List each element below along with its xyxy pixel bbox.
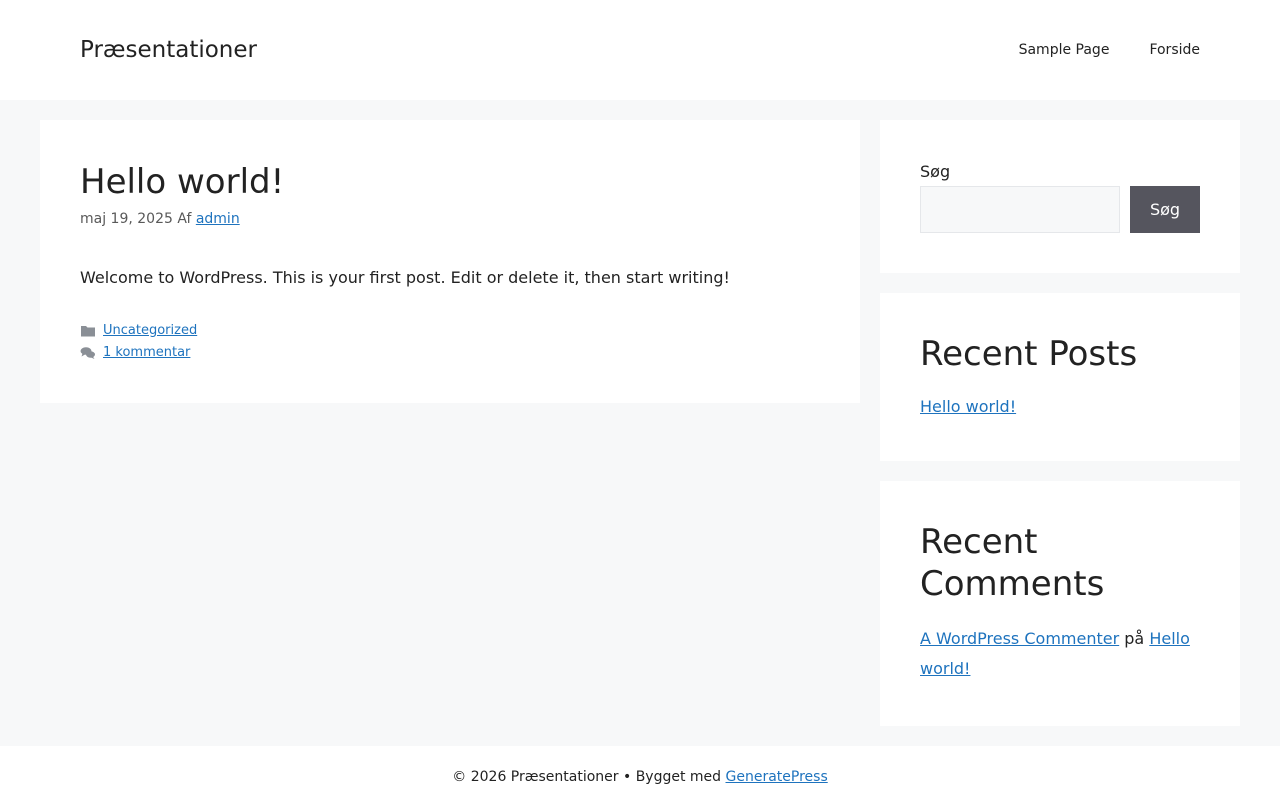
post-title: Hello world! xyxy=(80,162,285,202)
nav-item-sample-page[interactable]: Sample Page xyxy=(1019,40,1110,60)
folder-icon xyxy=(80,324,96,338)
recent-comments-widget: Recent Comments A WordPress Commenter på… xyxy=(880,481,1240,726)
main-navigation: Sample Page Forside xyxy=(1019,40,1200,60)
category-link[interactable]: Uncategorized xyxy=(103,320,197,342)
recent-post-link[interactable]: Hello world! xyxy=(920,397,1016,416)
comments-row: 1 kommentar xyxy=(80,342,197,364)
recent-posts-title: Recent Posts xyxy=(920,334,1138,374)
post-meta: maj 19, 2025 Af admin xyxy=(80,210,240,228)
comments-link[interactable]: 1 kommentar xyxy=(103,342,190,364)
site-header: Præsentationer Sample Page Forside xyxy=(0,0,1280,100)
post-author-link[interactable]: admin xyxy=(196,211,240,227)
recent-comments-list: A WordPress Commenter på Hello world! xyxy=(920,624,1200,684)
recent-posts-widget: Recent Posts Hello world! xyxy=(880,293,1240,461)
post-date: maj 19, 2025 xyxy=(80,211,173,227)
footer-generatepress-link[interactable]: GeneratePress xyxy=(726,769,828,785)
author-prefix: Af xyxy=(177,211,192,227)
post-footer-meta: Uncategorized 1 kommentar xyxy=(80,320,197,364)
commenter-link[interactable]: A WordPress Commenter xyxy=(920,629,1119,648)
comment-connector: på xyxy=(1124,629,1145,648)
recent-comments-title: Recent Comments xyxy=(920,522,1105,604)
category-row: Uncategorized xyxy=(80,320,197,342)
search-label: Søg xyxy=(920,162,951,181)
search-widget: Søg Søg xyxy=(880,120,1240,273)
nav-item-forside[interactable]: Forside xyxy=(1149,40,1200,60)
list-item: A WordPress Commenter på Hello world! xyxy=(920,624,1200,684)
list-item: Hello world! xyxy=(920,392,1200,422)
site-title[interactable]: Præsentationer xyxy=(80,35,257,65)
recent-posts-list: Hello world! xyxy=(920,392,1200,422)
footer-text: © 2026 Præsentationer • Bygget med xyxy=(452,769,722,785)
search-button[interactable]: Søg xyxy=(1130,186,1200,233)
post-content: Welcome to WordPress. This is your first… xyxy=(80,268,730,287)
comments-icon xyxy=(80,346,96,360)
post-article: Hello world! maj 19, 2025 Af admin Welco… xyxy=(40,120,860,403)
site-footer: © 2026 Præsentationer • Bygget med Gener… xyxy=(0,746,1280,800)
search-input[interactable] xyxy=(920,186,1120,233)
